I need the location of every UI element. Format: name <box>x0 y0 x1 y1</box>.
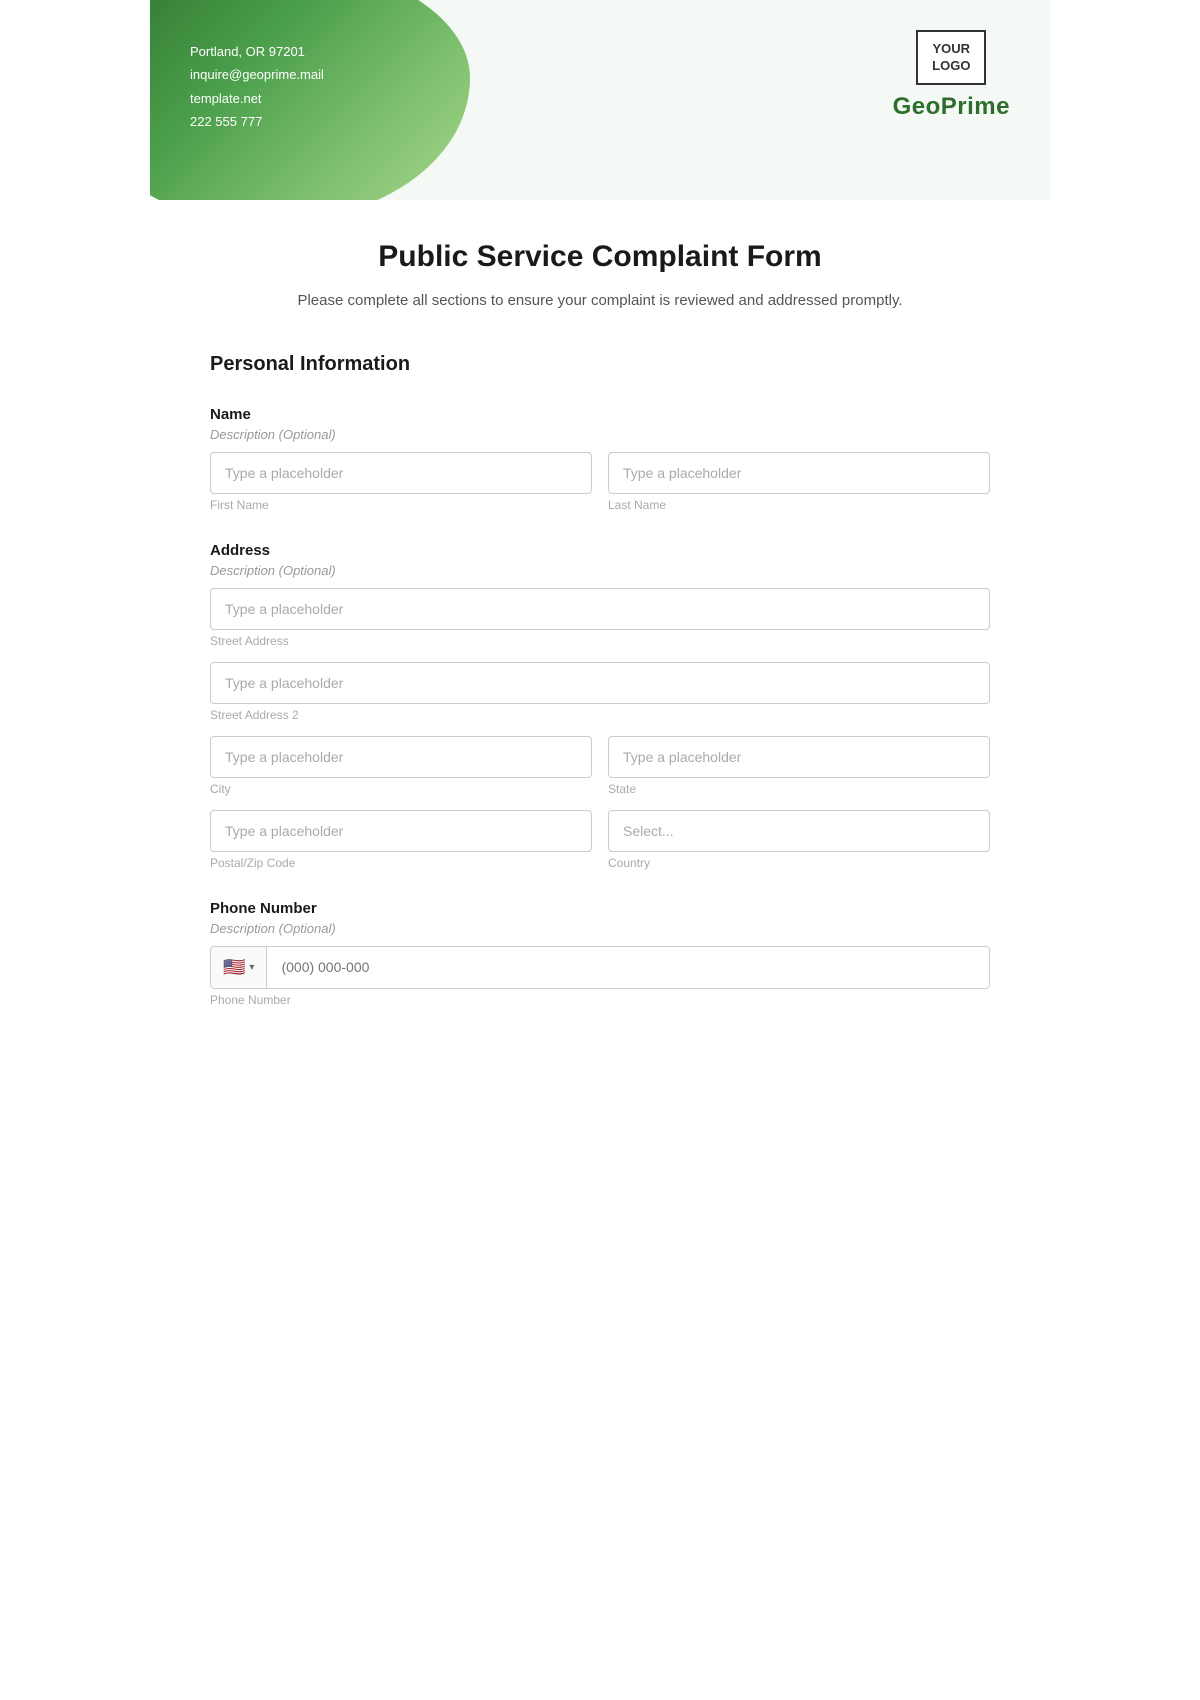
first-name-col: First Name <box>210 452 592 512</box>
phone-input[interactable] <box>267 947 989 987</box>
phone-label: Phone Number <box>210 900 990 917</box>
chevron-down-icon: ▾ <box>249 962 254 973</box>
header-contact: Portland, OR 97201 inquire@geoprime.mail… <box>190 30 324 134</box>
form-title: Public Service Complaint Form <box>210 240 990 274</box>
phone-flag-selector[interactable]: 🇺🇸 ▾ <box>211 947 267 988</box>
street2-input[interactable] <box>210 662 990 704</box>
first-name-input[interactable] <box>210 452 592 494</box>
phone-field-group: Phone Number Description (Optional) 🇺🇸 ▾… <box>210 900 990 1007</box>
address-description: Description (Optional) <box>210 563 990 578</box>
country-col: Select... United States Canada United Ki… <box>608 810 990 870</box>
street1-sublabel: Street Address <box>210 634 990 648</box>
state-col: State <box>608 736 990 796</box>
street1-container: Street Address <box>210 588 990 648</box>
form-subtitle: Please complete all sections to ensure y… <box>210 290 990 313</box>
contact-phone: 222 555 777 <box>190 110 324 133</box>
last-name-col: Last Name <box>608 452 990 512</box>
street2-container: Street Address 2 <box>210 662 990 722</box>
first-name-sublabel: First Name <box>210 498 592 512</box>
brand-name: GeoPrime <box>893 93 1010 121</box>
street1-input[interactable] <box>210 588 990 630</box>
city-state-row: City State <box>210 736 990 796</box>
logo-box: YOURLOGO <box>916 30 986 85</box>
zip-col: Postal/Zip Code <box>210 810 592 870</box>
name-description: Description (Optional) <box>210 427 990 442</box>
section-title-personal: Personal Information <box>210 353 990 382</box>
contact-email: inquire@geoprime.mail <box>190 63 324 86</box>
city-input[interactable] <box>210 736 592 778</box>
personal-information-section: Personal Information Name Description (O… <box>210 353 990 1007</box>
flag-emoji: 🇺🇸 <box>223 957 245 978</box>
contact-website: template.net <box>190 87 324 110</box>
street2-sublabel: Street Address 2 <box>210 708 990 722</box>
phone-row: 🇺🇸 ▾ <box>210 946 990 989</box>
city-sublabel: City <box>210 782 592 796</box>
header-brand: YOURLOGO GeoPrime <box>893 30 1010 121</box>
last-name-input[interactable] <box>608 452 990 494</box>
name-row: First Name Last Name <box>210 452 990 512</box>
phone-description: Description (Optional) <box>210 921 990 936</box>
country-select[interactable]: Select... United States Canada United Ki… <box>608 810 990 852</box>
zip-input[interactable] <box>210 810 592 852</box>
zip-country-row: Postal/Zip Code Select... United States … <box>210 810 990 870</box>
name-field-group: Name Description (Optional) First Name L… <box>210 406 990 512</box>
address-label: Address <box>210 542 990 559</box>
city-col: City <box>210 736 592 796</box>
zip-sublabel: Postal/Zip Code <box>210 856 592 870</box>
last-name-sublabel: Last Name <box>608 498 990 512</box>
phone-sublabel: Phone Number <box>210 993 990 1007</box>
address-field-group: Address Description (Optional) Street Ad… <box>210 542 990 870</box>
country-sublabel: Country <box>608 856 990 870</box>
header: Portland, OR 97201 inquire@geoprime.mail… <box>150 0 1050 200</box>
state-sublabel: State <box>608 782 990 796</box>
main-content: Public Service Complaint Form Please com… <box>150 200 1050 1103</box>
name-label: Name <box>210 406 990 423</box>
contact-address: Portland, OR 97201 <box>190 40 324 63</box>
state-input[interactable] <box>608 736 990 778</box>
